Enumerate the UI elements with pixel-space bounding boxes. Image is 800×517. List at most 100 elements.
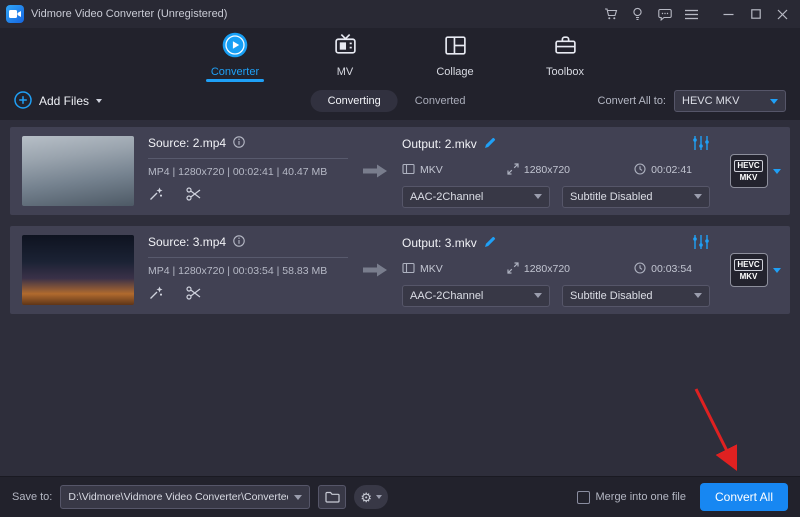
- output-duration: 00:03:54: [651, 263, 692, 275]
- tab-converting[interactable]: Converting: [310, 90, 398, 112]
- file-row[interactable]: Source: 2.mp4 MP4 | 1280x720 | 00:02:41 …: [10, 127, 790, 215]
- menu-icon[interactable]: [678, 0, 705, 28]
- chevron-down-icon: [534, 194, 542, 199]
- add-files-caret-icon: [96, 99, 103, 103]
- effects-wand-icon[interactable]: [148, 285, 164, 306]
- tab-collage[interactable]: Collage: [417, 28, 493, 82]
- merge-checkbox[interactable]: [576, 490, 590, 504]
- profile-badge: HEVC MKV: [729, 154, 768, 188]
- merge-into-one-file[interactable]: Merge into one file: [576, 490, 687, 504]
- toolbar: Add Files Converting Converted Convert A…: [0, 82, 800, 120]
- open-folder-button[interactable]: [318, 485, 347, 509]
- titlebar: Vidmore Video Converter (Unregistered): [0, 0, 800, 28]
- source-filename: Source: 2.mp4: [148, 136, 227, 150]
- rename-pencil-icon[interactable]: [484, 236, 496, 251]
- save-path-box[interactable]: [60, 485, 311, 509]
- annotation-arrow: [694, 388, 738, 472]
- output-format: MKV: [420, 263, 443, 275]
- clock-icon: [634, 162, 646, 178]
- resolution-icon: [507, 261, 519, 277]
- toolbox-icon: [553, 33, 578, 63]
- subtitle-value: Subtitle Disabled: [570, 190, 653, 203]
- output-info: Output: 3.mkv MKV 1280x720 00:03:54 AAC-…: [402, 234, 710, 307]
- clock-icon: [634, 261, 646, 277]
- audio-track-value: AAC-2Channel: [410, 289, 484, 302]
- tab-toolbox[interactable]: Toolbox: [527, 28, 603, 82]
- output-format-select[interactable]: HEVC MKV: [674, 90, 786, 112]
- output-filename: Output: 2.mkv: [402, 137, 477, 151]
- close-button[interactable]: [769, 0, 796, 28]
- source-info: Source: 3.mp4 MP4 | 1280x720 | 00:03:54 …: [148, 234, 348, 306]
- tab-mv[interactable]: MV: [307, 28, 383, 82]
- titlebar-actions: [597, 0, 796, 28]
- rename-pencil-icon[interactable]: [484, 137, 496, 152]
- subtitle-value: Subtitle Disabled: [570, 289, 653, 302]
- convert-all-button[interactable]: Convert All: [700, 483, 788, 511]
- info-icon[interactable]: [233, 135, 245, 151]
- profile-selector[interactable]: HEVC MKV: [724, 154, 786, 188]
- chevron-down-icon: [772, 267, 781, 273]
- audio-track-select[interactable]: AAC-2Channel: [402, 185, 550, 208]
- window-title: Vidmore Video Converter (Unregistered): [31, 8, 228, 20]
- add-files-label: Add Files: [39, 94, 90, 108]
- source-meta: MP4 | 1280x720 | 00:02:41 | 40.47 MB: [148, 165, 328, 178]
- format-icon: [402, 262, 415, 277]
- tab-collage-label: Collage: [436, 65, 474, 78]
- tab-mv-label: MV: [336, 65, 354, 78]
- profile-badge: HEVC MKV: [729, 253, 768, 287]
- plus-circle-icon: [14, 90, 32, 112]
- info-icon[interactable]: [233, 234, 245, 250]
- minimize-button[interactable]: [715, 0, 742, 28]
- file-list: Source: 2.mp4 MP4 | 1280x720 | 00:02:41 …: [0, 120, 800, 314]
- convert-all-to-group: Convert All to: HEVC MKV: [598, 90, 786, 112]
- merge-label: Merge into one file: [595, 491, 687, 503]
- mv-icon: [333, 33, 358, 63]
- video-thumbnail: [22, 136, 134, 206]
- convert-arrow-icon: [362, 262, 388, 278]
- subtitle-select[interactable]: Subtitle Disabled: [562, 284, 710, 307]
- output-resolution: 1280x720: [523, 164, 571, 176]
- tab-converted[interactable]: Converted: [398, 90, 483, 112]
- gear-icon: ⚙: [360, 489, 373, 505]
- chevron-down-icon: [772, 168, 781, 174]
- lightbulb-icon[interactable]: [624, 0, 651, 28]
- audio-track-value: AAC-2Channel: [410, 190, 484, 203]
- cart-icon[interactable]: [597, 0, 624, 28]
- subtitle-select[interactable]: Subtitle Disabled: [562, 185, 710, 208]
- add-files-button[interactable]: Add Files: [14, 90, 103, 112]
- tab-toolbox-label: Toolbox: [546, 65, 584, 78]
- video-thumbnail: [22, 235, 134, 305]
- output-format: MKV: [420, 164, 443, 176]
- source-filename: Source: 3.mp4: [148, 235, 227, 249]
- maximize-button[interactable]: [742, 0, 769, 28]
- collage-icon: [443, 33, 468, 63]
- chevron-down-icon: [376, 495, 383, 499]
- chevron-down-icon: [534, 293, 542, 298]
- effects-wand-icon[interactable]: [148, 186, 164, 207]
- app-logo-icon: [6, 5, 24, 23]
- audio-track-select[interactable]: AAC-2Channel: [402, 284, 550, 307]
- chevron-down-icon: [694, 293, 702, 298]
- output-format-value: HEVC MKV: [682, 95, 740, 107]
- source-meta: MP4 | 1280x720 | 00:03:54 | 58.83 MB: [148, 264, 328, 277]
- settings-equalizer-icon[interactable]: [692, 234, 710, 253]
- queue-tabs: Converting Converted: [310, 90, 483, 112]
- settings-equalizer-icon[interactable]: [692, 135, 710, 154]
- feedback-icon[interactable]: [651, 0, 678, 28]
- cut-scissors-icon[interactable]: [186, 186, 202, 206]
- save-path-input[interactable]: [68, 491, 289, 503]
- output-resolution: 1280x720: [523, 263, 571, 275]
- chevron-down-icon[interactable]: [294, 494, 303, 500]
- settings-button[interactable]: ⚙: [354, 485, 389, 509]
- save-to-label: Save to:: [12, 491, 53, 503]
- statusbar: Save to: ⚙ Merge into one file Convert A…: [0, 476, 800, 517]
- tab-converter[interactable]: Converter: [197, 28, 273, 82]
- chevron-down-icon: [694, 194, 702, 199]
- profile-selector[interactable]: HEVC MKV: [724, 253, 786, 287]
- converter-icon: [222, 32, 248, 63]
- resolution-icon: [507, 162, 519, 178]
- cut-scissors-icon[interactable]: [186, 285, 202, 305]
- file-row[interactable]: Source: 3.mp4 MP4 | 1280x720 | 00:03:54 …: [10, 226, 790, 314]
- chevron-down-icon: [770, 98, 778, 104]
- output-duration: 00:02:41: [651, 164, 692, 176]
